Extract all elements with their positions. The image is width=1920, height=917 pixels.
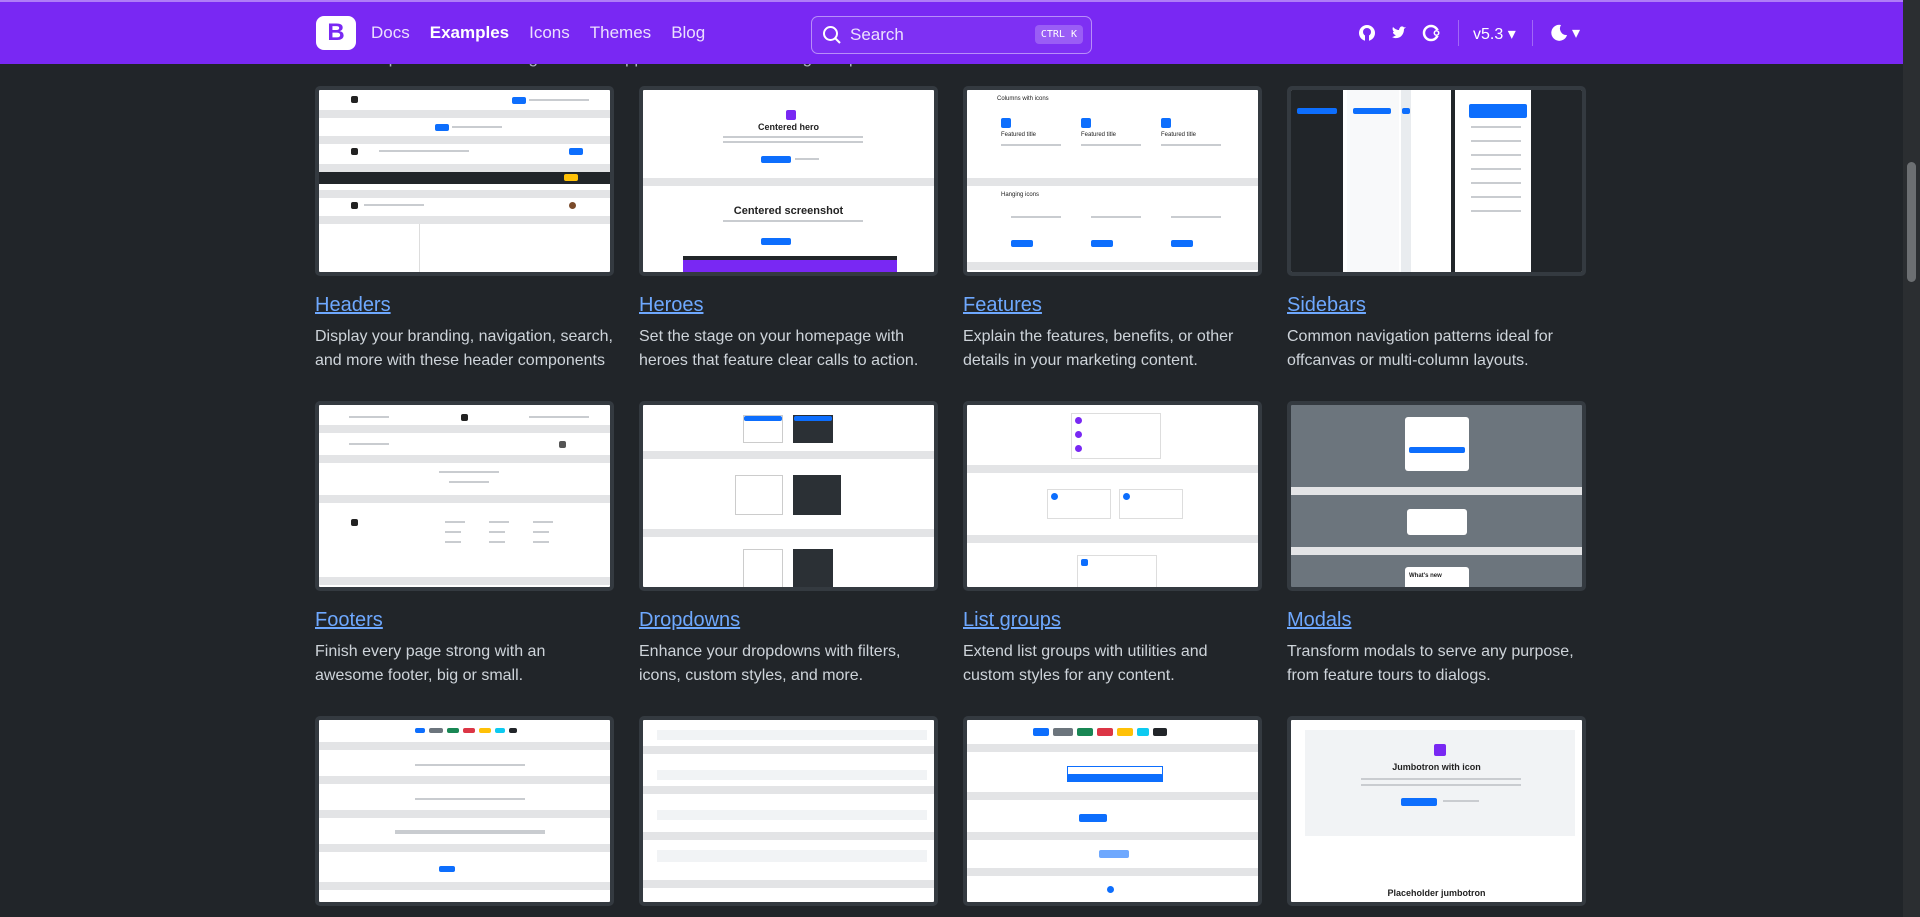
nav-link-docs[interactable]: Docs [371,23,410,43]
jumbotrons-thumbnail[interactable]: Jumbotron with icon Placeholder jumbotro… [1287,716,1586,906]
nav-link-blog[interactable]: Blog [671,23,705,43]
sidebars-thumbnail[interactable] [1287,86,1586,276]
thumb-text: Centered screenshot [733,205,844,217]
thumb-text: Placeholder jumbotron [1387,888,1486,898]
thumb-text: Featured title [1161,132,1197,138]
card-link-dropdowns[interactable]: Dropdowns [639,609,938,632]
version-dropdown[interactable]: v5.3 ▾ [1473,24,1516,44]
features-thumbnail[interactable]: Columns with icons Featured title Featur… [963,86,1262,276]
badges-thumbnail[interactable] [315,716,614,906]
card-heroes: Centered hero Centered screenshot Heroes… [639,86,938,373]
search-placeholder: Search [850,25,904,44]
page-scrollbar[interactable] [1903,0,1920,917]
card-desc-sidebars: Common navigation patterns ideal for off… [1287,328,1553,369]
card-dropdowns: Dropdowns Enhance your dropdowns with fi… [639,401,938,688]
thumb-text: Columns with icons [997,96,1049,102]
buttons-thumbnail[interactable] [963,716,1262,906]
thumb-text: Jumbotron with icon [1392,762,1481,772]
social-icons [1358,24,1440,42]
card-footers: Footers Finish every page strong with an… [315,401,614,688]
list-groups-thumbnail[interactable] [963,401,1262,591]
card-desc-dropdowns: Enhance your dropdowns with filters, ico… [639,643,901,684]
navbar-divider-2 [1532,20,1533,46]
card-modals: What's new Modals Transform modals to se… [1287,401,1586,688]
card-features: Columns with icons Featured title Featur… [963,86,1262,373]
moon-icon [1551,24,1567,41]
version-label: v5.3 [1473,26,1504,43]
twitter-icon[interactable] [1390,24,1408,42]
search-icon [823,26,841,44]
thumb-text: Featured title [1081,132,1117,138]
thumb-text: What's new [1409,573,1442,579]
headers-thumbnail[interactable] [315,86,614,276]
card-badges [315,716,614,906]
card-desc-footers: Finish every page strong with an awesome… [315,643,546,684]
thumb-text: Hanging icons [1001,192,1040,198]
card-link-sidebars[interactable]: Sidebars [1287,294,1586,317]
card-link-list-groups[interactable]: List groups [963,609,1262,632]
nav-link-themes[interactable]: Themes [590,23,651,43]
card-desc-modals: Transform modals to serve any purpose, f… [1287,643,1574,684]
search-shortcut: CTRL K [1034,25,1083,44]
navbar-divider [1458,20,1459,46]
nav-links: Docs Examples Icons Themes Blog [371,23,705,43]
card-headers: Headers Display your branding, navigatio… [315,86,614,373]
heroes-thumbnail[interactable]: Centered hero Centered screenshot [639,86,938,276]
chevron-down-icon: ▾ [1572,25,1581,42]
card-sidebars: Sidebars Common navigation patterns idea… [1287,86,1586,373]
card-desc-features: Explain the features, benefits, or other… [963,328,1234,369]
thumb-text: Centered hero [757,122,819,132]
theme-toggle[interactable]: ▾ [1550,23,1580,43]
chevron-down-icon: ▾ [1507,26,1516,43]
top-navbar: B Docs Examples Icons Themes Blog Search… [0,0,1903,64]
card-link-footers[interactable]: Footers [315,609,614,632]
card-link-modals[interactable]: Modals [1287,609,1586,632]
modals-thumbnail[interactable]: What's new [1287,401,1586,591]
card-link-headers[interactable]: Headers [315,294,614,317]
scrollbar-thumb[interactable] [1907,162,1916,282]
card-buttons [963,716,1262,906]
nav-link-icons[interactable]: Icons [529,23,570,43]
footers-thumbnail[interactable] [315,401,614,591]
card-list-groups: List groups Extend list groups with util… [963,401,1262,688]
github-icon[interactable] [1358,24,1376,42]
bootstrap-logo[interactable]: B [316,16,356,50]
breadcrumbs-thumbnail[interactable] [639,716,938,906]
nav-link-examples[interactable]: Examples [430,23,509,43]
card-link-features[interactable]: Features [963,294,1262,317]
card-breadcrumbs [639,716,938,906]
card-desc-heroes: Set the stage on your homepage with hero… [639,328,919,369]
card-link-heroes[interactable]: Heroes [639,294,938,317]
card-jumbotrons: Jumbotron with icon Placeholder jumbotro… [1287,716,1586,906]
search-button[interactable]: Search CTRL K [811,16,1092,54]
thumb-text: Featured title [1001,132,1037,138]
opencollective-icon[interactable] [1422,24,1440,42]
card-desc-list-groups: Extend list groups with utilities and cu… [963,643,1208,684]
card-desc-headers: Display your branding, navigation, searc… [315,328,613,369]
dropdowns-thumbnail[interactable] [639,401,938,591]
